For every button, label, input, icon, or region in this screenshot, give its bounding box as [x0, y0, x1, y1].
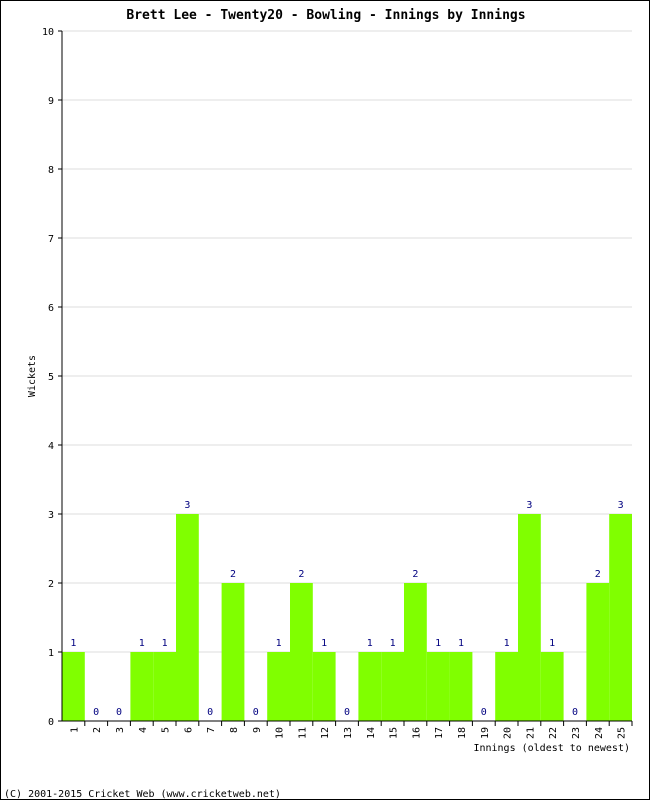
- bar: [586, 583, 610, 721]
- bar: [290, 583, 313, 721]
- x-tick-label: 5: [161, 727, 172, 733]
- data-label: 2: [230, 569, 236, 580]
- x-tick-label: 15: [389, 727, 400, 739]
- y-tick-label: 9: [48, 96, 54, 107]
- x-tick-label: 9: [252, 727, 263, 733]
- y-tick-label: 5: [48, 372, 54, 383]
- data-label: 1: [139, 638, 145, 649]
- x-tick-label: 13: [343, 727, 354, 739]
- x-tick-label: 20: [503, 727, 514, 739]
- x-tick-label: 1: [69, 727, 80, 733]
- bar: [518, 514, 541, 721]
- data-label: 2: [595, 569, 601, 580]
- bar: [153, 652, 176, 721]
- data-label: 1: [367, 638, 373, 649]
- bar: [540, 652, 564, 721]
- data-label: 3: [184, 500, 190, 511]
- data-label: 1: [390, 638, 396, 649]
- bar: [176, 514, 199, 721]
- x-tick-label: 19: [480, 727, 491, 739]
- bar: [312, 652, 336, 721]
- data-label: 2: [412, 569, 418, 580]
- y-tick-label: 2: [48, 579, 54, 590]
- chart-title: Brett Lee - Twenty20 - Bowling - Innings…: [126, 8, 525, 23]
- data-label: 1: [321, 638, 327, 649]
- x-tick-label: 10: [275, 727, 286, 739]
- x-tick-label: 18: [457, 727, 468, 739]
- x-tick-label: 6: [183, 727, 194, 733]
- y-tick-label: 1: [48, 648, 54, 659]
- y-axis-title: Wickets: [27, 355, 38, 397]
- gridlines: [62, 30, 632, 653]
- x-tick-label: 14: [366, 727, 377, 739]
- data-label: 3: [618, 500, 624, 511]
- bar: [130, 652, 154, 721]
- y-tick-label: 6: [48, 303, 54, 314]
- data-label: 0: [572, 707, 578, 718]
- data-label: 1: [435, 638, 441, 649]
- bar: [495, 652, 518, 721]
- x-tick-label: 4: [138, 727, 149, 733]
- x-tick-label: 21: [525, 727, 536, 739]
- data-label: 0: [481, 707, 487, 718]
- data-label: 0: [116, 707, 122, 718]
- data-label: 0: [344, 707, 350, 718]
- x-tick-label: 24: [594, 727, 605, 739]
- y-tick-label: 3: [48, 510, 54, 521]
- y-tick-label: 10: [42, 27, 54, 38]
- bar: [267, 652, 290, 721]
- data-label: 0: [93, 707, 99, 718]
- y-tick-label: 7: [48, 234, 54, 245]
- data-label: 1: [458, 638, 464, 649]
- data-label: 0: [253, 707, 259, 718]
- bar: [449, 652, 473, 721]
- x-tick-label: 3: [115, 727, 126, 733]
- x-tick-label: 16: [411, 727, 422, 739]
- y-tick-label: 4: [48, 441, 54, 452]
- x-tick-label: 11: [297, 727, 308, 739]
- x-tick-label: 23: [571, 727, 582, 739]
- data-label: 1: [276, 638, 282, 649]
- bars: [62, 514, 632, 721]
- bar: [609, 514, 632, 721]
- data-label: 3: [526, 500, 532, 511]
- bar: [381, 652, 404, 721]
- bar: [358, 652, 382, 721]
- bar: [404, 583, 427, 721]
- bar: [221, 583, 245, 721]
- x-tick-label: 8: [229, 727, 240, 733]
- data-label: 1: [162, 638, 168, 649]
- x-axis-title: Innings (oldest to newest): [473, 743, 630, 754]
- x-tick-label: 7: [206, 727, 217, 733]
- data-label: 1: [70, 638, 76, 649]
- x-tick-label: 22: [548, 727, 559, 739]
- x-tick-label: 2: [92, 727, 103, 733]
- data-label: 2: [298, 569, 304, 580]
- data-label: 1: [549, 638, 555, 649]
- y-tick-label: 0: [48, 717, 54, 728]
- bar: [426, 652, 450, 721]
- chart-frame: Brett Lee - Twenty20 - Bowling - Innings…: [0, 0, 650, 800]
- x-tick-label: 12: [320, 727, 331, 739]
- bar-chart: Brett Lee - Twenty20 - Bowling - Innings…: [4, 8, 633, 800]
- data-label: 1: [504, 638, 510, 649]
- y-tick-label: 8: [48, 165, 54, 176]
- x-tick-label: 25: [617, 727, 628, 739]
- data-label: 0: [207, 707, 213, 718]
- x-tick-label: 17: [434, 727, 445, 739]
- copyright-footer: (C) 2001-2015 Cricket Web (www.cricketwe…: [4, 789, 281, 800]
- bar: [62, 652, 85, 721]
- axes: 0123456789101 2 3 4 5 6 7 8 9 10 11 12 13 14 15 16 17 18 1…: [42, 27, 633, 739]
